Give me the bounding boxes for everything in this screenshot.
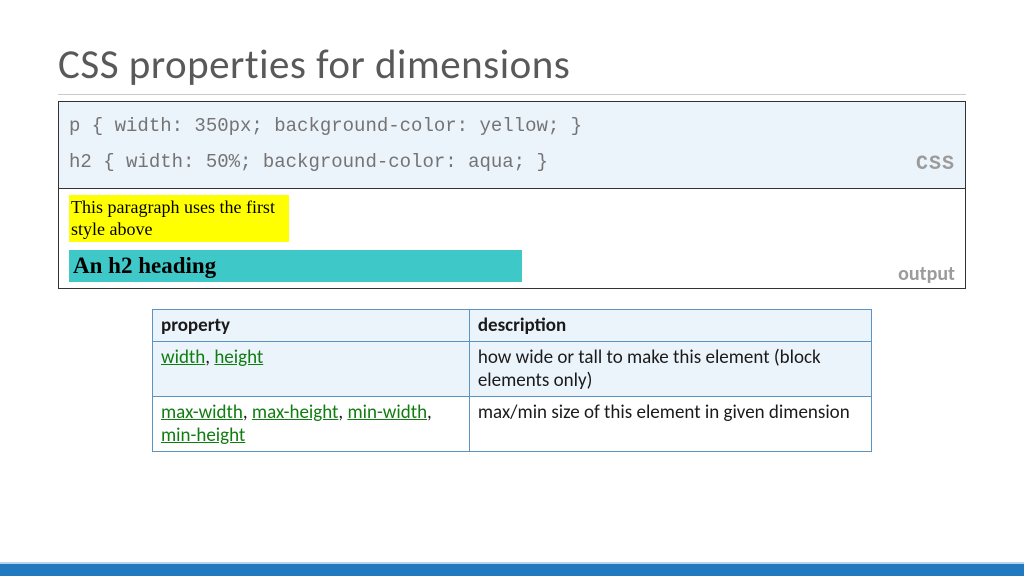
- cell-description: how wide or tall to make this element (b…: [469, 342, 871, 397]
- code-line-2: h2 { width: 50%; background-color: aqua;…: [69, 144, 955, 180]
- example-paragraph: This paragraph uses the first style abov…: [69, 195, 289, 242]
- link-height[interactable]: height: [214, 346, 263, 369]
- title-divider: [58, 94, 966, 95]
- table-row: width, height how wide or tall to make t…: [153, 342, 872, 397]
- th-property: property: [153, 310, 470, 342]
- link-max-height[interactable]: max-height: [252, 401, 338, 424]
- link-max-width[interactable]: max-width: [161, 401, 243, 424]
- sep: ,: [427, 401, 432, 424]
- page-title: CSS properties for dimensions: [58, 40, 966, 94]
- cell-properties: width, height: [153, 342, 470, 397]
- sep: ,: [205, 346, 214, 369]
- slide: CSS properties for dimensions p { width:…: [0, 0, 1024, 452]
- css-label: CSS: [916, 146, 955, 184]
- code-line-1: p { width: 350px; background-color: yell…: [69, 108, 955, 144]
- table-row: max-width, max-height, min-width, min-he…: [153, 397, 872, 452]
- sep: ,: [243, 401, 252, 424]
- link-width[interactable]: width: [161, 346, 205, 369]
- css-code-box: p { width: 350px; background-color: yell…: [58, 101, 966, 189]
- table-header-row: property description: [153, 310, 872, 342]
- cell-properties: max-width, max-height, min-width, min-he…: [153, 397, 470, 452]
- th-description: description: [469, 310, 871, 342]
- cell-description: max/min size of this element in given di…: [469, 397, 871, 452]
- output-label: output: [898, 262, 955, 286]
- link-min-height[interactable]: min-height: [161, 424, 245, 447]
- output-box: This paragraph uses the first style abov…: [58, 189, 966, 289]
- property-table: property description width, height how w…: [152, 309, 872, 452]
- footer-accent-bar: [0, 562, 1024, 576]
- example-h2: An h2 heading: [69, 250, 522, 282]
- link-min-width[interactable]: min-width: [347, 401, 427, 424]
